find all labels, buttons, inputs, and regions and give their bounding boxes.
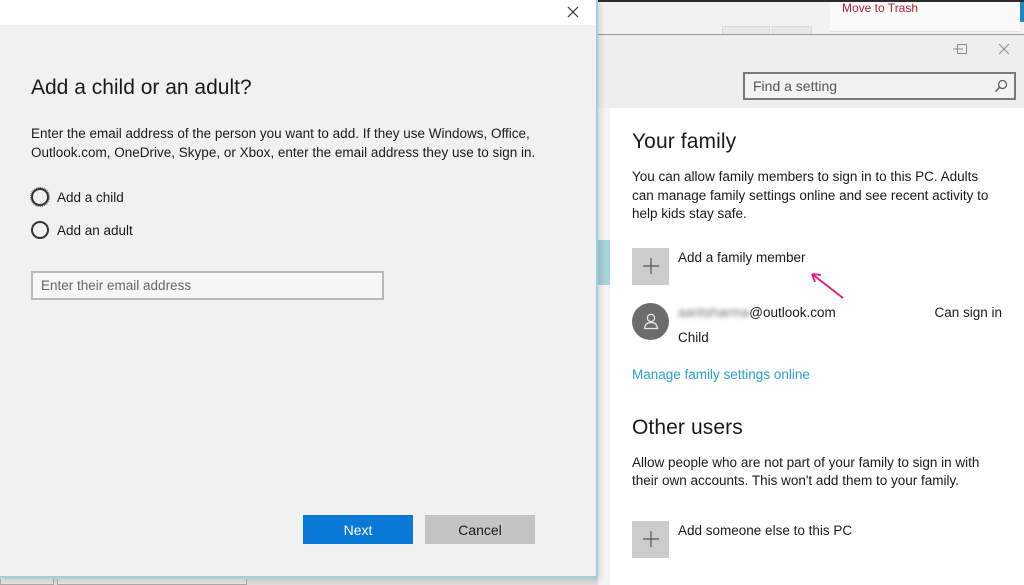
add-adult-label: Add an adult [57,222,133,238]
move-to-trash-link[interactable]: Move to Trash [842,2,918,15]
plus-icon [642,258,659,274]
settings-nav-strip [598,108,610,585]
maximize-icon [957,44,967,54]
cancel-button[interactable]: Cancel [425,515,535,544]
plus-tile [632,247,669,285]
taskbar-item [57,579,247,585]
close-icon [998,43,1010,55]
member-email-user-blurred: aaritsharma [678,304,750,320]
maximize-button[interactable] [942,39,982,61]
background-blue-button [1020,2,1024,22]
add-child-radio[interactable] [30,187,50,207]
background-tab [772,26,812,34]
manage-family-settings-link[interactable]: Manage family settings online [632,367,810,382]
add-child-radio-option[interactable]: Add a child [30,187,124,207]
settings-header [598,35,1024,108]
add-child-or-adult-dialog: Add a child or an adult? Enter the email… [0,0,598,578]
dialog-title: Add a child or an adult? [31,76,252,99]
avatar [632,302,669,340]
dialog-description: Enter the email address of the person yo… [31,126,536,160]
search-icon[interactable] [994,79,1008,93]
member-status: Can sign in [934,304,1002,320]
your-family-description: You can allow family members to sign in … [632,169,989,221]
nav-selected-indicator [598,240,610,285]
your-family-title: Your family [632,130,737,153]
background-tab [722,26,770,34]
family-member-item[interactable]: aaritsharma@outlook.com Child Can sign i… [632,302,1012,345]
taskbar-item [0,579,54,585]
add-adult-radio[interactable] [31,221,49,239]
plus-tile [632,520,669,558]
person-icon [643,313,658,330]
member-role: Child [678,329,709,345]
next-button[interactable]: Next [303,515,413,544]
add-someone-else-button[interactable]: Add someone else to this PC [632,520,1012,558]
dialog-titlebar [0,0,596,25]
other-users-title: Other users [632,415,743,439]
add-family-member-label: Add a family member [678,249,806,265]
add-family-member-button[interactable]: Add a family member [632,247,1012,285]
plus-icon [642,531,659,547]
close-icon[interactable] [564,3,582,21]
email-address-input[interactable] [31,271,384,300]
close-button[interactable] [984,39,1024,61]
search-input[interactable] [753,77,983,95]
other-users-description: Allow people who are not part of your fa… [632,454,980,489]
member-email-domain: @outlook.com [749,304,836,320]
settings-window: Your family You can allow family members… [598,34,1024,585]
background-card: Move to Trash [830,2,1020,32]
add-someone-else-label: Add someone else to this PC [678,522,853,538]
member-email: aaritsharma@outlook.com [678,305,836,320]
member-info: aaritsharma@outlook.com Child [678,305,836,345]
settings-content: Your family You can allow family members… [632,108,1012,558]
background-browser-page: Move to Trash [598,0,1024,34]
add-child-label: Add a child [57,189,124,205]
add-adult-radio-option[interactable]: Add an adult [31,221,133,239]
search-box[interactable] [743,72,1016,100]
